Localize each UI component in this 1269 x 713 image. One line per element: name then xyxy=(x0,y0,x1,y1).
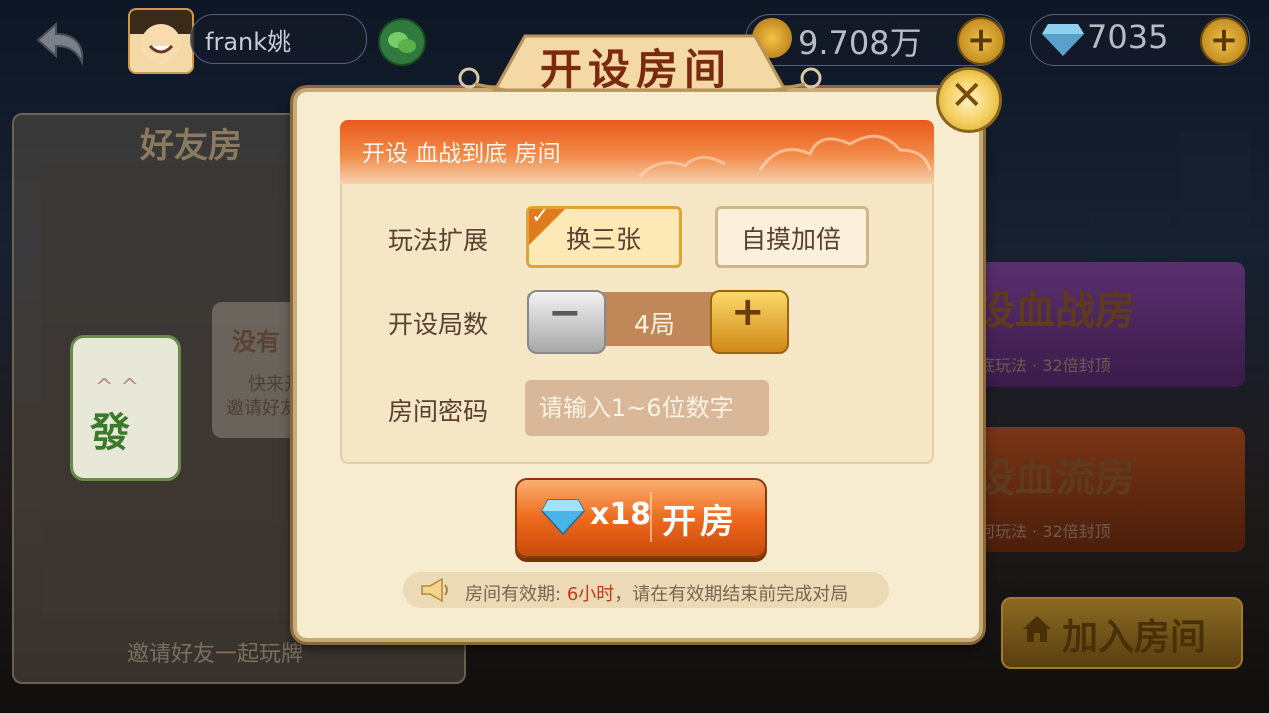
username-text: frank姚 xyxy=(205,28,292,56)
wechat-icon xyxy=(388,32,416,53)
open-room-label: 开房 xyxy=(662,502,738,542)
back-arrow-icon xyxy=(36,21,84,66)
rounds-value: 4局 xyxy=(634,310,675,339)
bubble-title: 没有 xyxy=(232,328,280,356)
option-swap-three-label: 换三张 xyxy=(566,225,642,254)
diamond-icon xyxy=(1040,20,1086,62)
add-gems-button[interactable]: + xyxy=(1200,17,1248,65)
mascot-tile-char: 發 xyxy=(90,410,130,456)
room-subtitle: 成河玩法 · 32倍封顶 xyxy=(963,522,1111,541)
rounds-label: 开设局数 xyxy=(388,310,489,339)
bubble-line: 邀请好友 xyxy=(226,398,298,419)
home-icon xyxy=(1020,612,1054,646)
option-self-draw-double-label: 自摸加倍 xyxy=(741,225,842,254)
join-room-label: 加入房间 xyxy=(1062,616,1207,658)
validity-notice: 房间有效期: 6小时，请在有效期结束前完成对局 xyxy=(465,580,848,606)
room-subtitle: 到底玩法 · 32倍封顶 xyxy=(963,356,1111,375)
room-title: 设血战房 xyxy=(975,287,1135,334)
friend-room-title: 好友房 xyxy=(140,126,242,166)
password-label: 房间密码 xyxy=(388,397,489,426)
megaphone-icon xyxy=(420,576,452,604)
gem-balance-text: 7035 xyxy=(1087,18,1169,56)
checkmark-icon: ✓ xyxy=(531,204,550,229)
notice-duration: 6小时 xyxy=(566,584,615,605)
create-xueliu-room-button[interactable]: 设血流房 成河玩法 · 32倍封顶 xyxy=(945,427,1245,552)
notice-suffix: ，请在有效期结束前完成对局 xyxy=(614,584,849,605)
room-password-input[interactable] xyxy=(525,380,769,436)
close-icon: ✕ xyxy=(950,73,984,119)
plus-icon: + xyxy=(731,289,765,335)
diamond-icon xyxy=(540,496,586,536)
settings-card-header-text: 开设 血战到底 房间 xyxy=(362,141,561,167)
rules-label: 玩法扩展 xyxy=(388,226,489,255)
mascot-face: ^ ^ xyxy=(95,375,139,400)
create-xuezhan-room-button[interactable]: 设血战房 到底玩法 · 32倍封顶 xyxy=(945,262,1245,387)
invite-friends-text: 邀请好友一起玩牌 xyxy=(127,642,304,667)
avatar[interactable] xyxy=(128,8,194,74)
add-coins-button[interactable]: + xyxy=(957,17,1005,65)
open-button-divider xyxy=(650,492,652,542)
back-button[interactable] xyxy=(30,18,90,68)
dialog-title: 开设房间 xyxy=(540,45,733,94)
open-room-cost: x18 xyxy=(590,497,652,532)
avatar-face-icon xyxy=(130,10,192,64)
notice-prefix: 房间有效期: xyxy=(465,584,562,605)
room-title: 设血流房 xyxy=(975,454,1135,501)
minus-icon: − xyxy=(548,290,582,336)
wechat-share-button[interactable] xyxy=(378,18,426,66)
